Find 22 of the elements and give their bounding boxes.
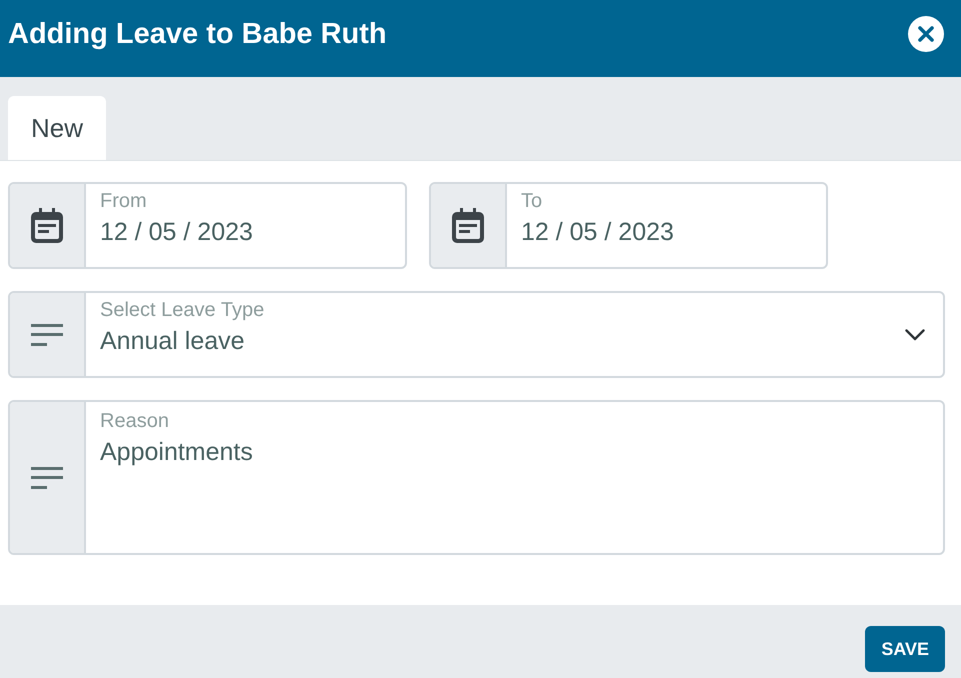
field-label: Select Leave Type (100, 298, 264, 323)
reason-text-area[interactable]: Reason Appointments (8, 400, 945, 555)
field-label: From (100, 189, 147, 214)
field-label: To (521, 189, 542, 214)
close-icon (908, 16, 944, 52)
field-value: Appointments (100, 437, 253, 468)
text-lines-icon (31, 324, 63, 346)
leave-type-dropdown[interactable]: Select Leave Type Annual leave (8, 291, 945, 378)
field-value: 12 / 05 / 2023 (521, 217, 674, 248)
close-button[interactable] (908, 16, 944, 52)
calendar-icon (31, 208, 63, 243)
chevron-down-icon (905, 328, 925, 340)
field-value: Annual leave (100, 326, 245, 357)
calendar-icon (452, 208, 484, 243)
field-value: 12 / 05 / 2023 (100, 217, 253, 248)
text-lines-icon (31, 466, 63, 488)
date-field[interactable]: From 12 / 05 / 2023 (8, 182, 407, 269)
dialog-title: Adding Leave to Babe Ruth (8, 16, 387, 52)
field-label: Reason (100, 409, 169, 434)
tab[interactable]: New (8, 96, 106, 160)
date-field[interactable]: To 12 / 05 / 2023 (429, 182, 828, 269)
save-button[interactable]: SAVE (865, 626, 945, 672)
